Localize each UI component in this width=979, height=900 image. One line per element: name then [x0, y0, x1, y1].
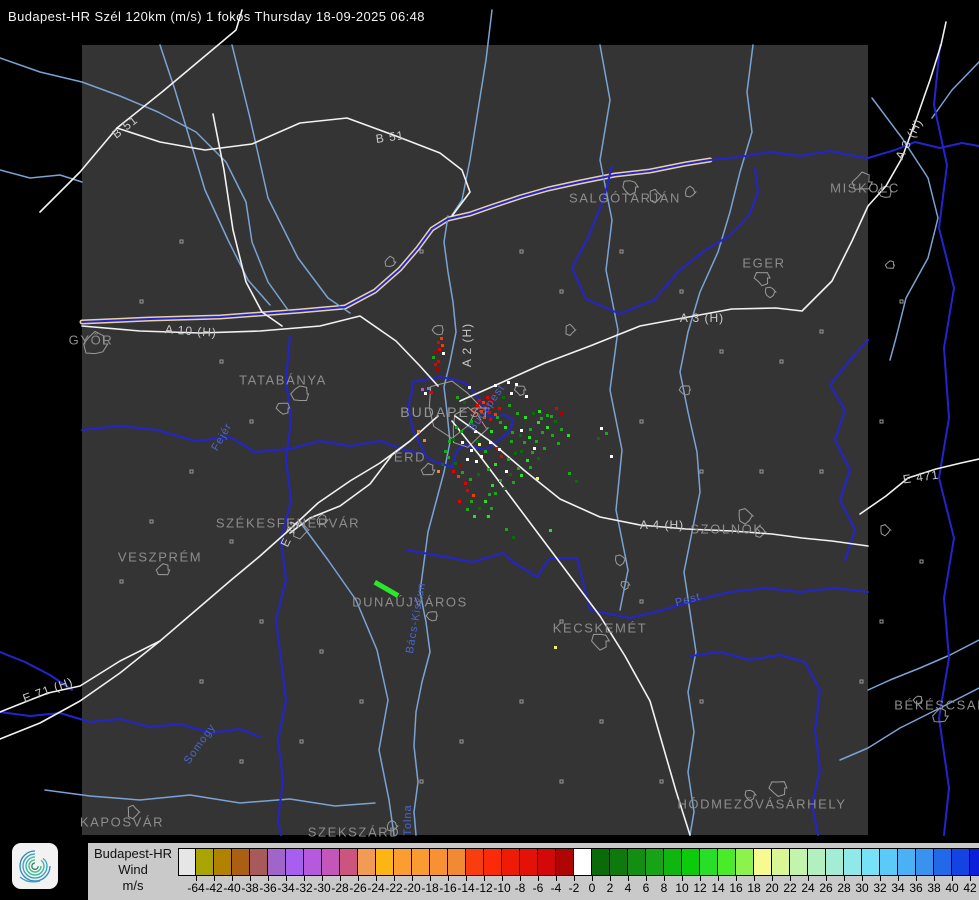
legend-color-box [556, 848, 574, 876]
legend-color-box [196, 848, 214, 876]
legend-color-box [826, 848, 844, 876]
road-label: A 2 (H) [460, 322, 474, 368]
legend-color-box [718, 848, 736, 876]
legend-color-box [484, 848, 502, 876]
legend-color-box [538, 848, 556, 876]
city-label: EGER [742, 255, 786, 271]
legend-color-box [412, 848, 430, 876]
legend-color-box [592, 848, 610, 876]
legend-color-box [232, 848, 250, 876]
legend-color-box [466, 848, 484, 876]
map-labels-layer: SALGÓTARJÁN MISKOLC EGER TATABÁNYA BUDAPEST É… [0, 0, 979, 843]
road-label: E 471 [902, 467, 940, 487]
radar-app-window: Budapest-HR Szél 120km (m/s) 1 fokos Thu… [0, 0, 979, 900]
legend-color-box [322, 848, 340, 876]
city-label: KECSKEMÉT [552, 620, 648, 636]
legend-color-box [268, 848, 286, 876]
legend-color-box [340, 848, 358, 876]
road-label: A 4 (H) [639, 518, 685, 532]
legend-tick-label: 42 [963, 881, 977, 895]
legend-color-box [178, 848, 196, 876]
road-label: B 51 [109, 112, 141, 142]
road-label: E 71 (H) [20, 674, 76, 706]
county-label: Somogy [181, 721, 219, 767]
legend-color-box [430, 848, 448, 876]
legend-color-box [898, 848, 916, 876]
legend-color-box [736, 848, 754, 876]
county-label: Fejér [209, 420, 235, 454]
legend-color-box [916, 848, 934, 876]
legend-color-box [862, 848, 880, 876]
legend-color-box [502, 848, 520, 876]
legend-color-box [394, 848, 412, 876]
city-label: ÉRD [393, 449, 427, 465]
legend-units-label: m/s [122, 878, 144, 893]
legend-color-scale [178, 848, 979, 876]
legend-field-label: Wind [118, 862, 148, 877]
legend-color-box [664, 848, 682, 876]
city-label: SALGÓTARJÁN [569, 190, 681, 206]
legend-color-box [376, 848, 394, 876]
city-label: KAPOSVÁR [79, 814, 165, 830]
legend-color-box [574, 848, 592, 876]
city-label: SZEKSZÁRD [307, 824, 401, 840]
legend-title-block: Budapest-HR Wind m/s [88, 846, 178, 894]
city-label: DUNAÚJVÁROS [352, 594, 468, 610]
legend-color-box [610, 848, 628, 876]
color-legend-bar: Budapest-HR Wind m/s -64 -42 -40 -38 -36 -34-… [88, 843, 979, 900]
legend-color-box [844, 848, 862, 876]
legend-color-box [934, 848, 952, 876]
legend-color-box [250, 848, 268, 876]
city-label: HÓDMEZŐVÁSÁRHELY [677, 796, 847, 812]
legend-color-box-overflow [970, 848, 979, 876]
road-label: B 51 [374, 128, 406, 146]
county-label: Bács-Kiskun [403, 581, 429, 655]
legend-color-box [682, 848, 700, 876]
legend-product-label: Budapest-HR [93, 846, 173, 861]
road-label: A 10 (H) [164, 322, 218, 340]
legend-color-box [214, 848, 232, 876]
met-spiral-logo-icon [12, 843, 58, 889]
legend-color-box [304, 848, 322, 876]
legend-color-box [646, 848, 664, 876]
legend-color-box [754, 848, 772, 876]
county-label: Tolna [402, 804, 414, 836]
road-label: A 3 (H) [892, 116, 926, 162]
city-label: TATABÁNYA [239, 372, 327, 388]
legend-color-box [880, 848, 898, 876]
road-label: A 3 (H) [679, 311, 725, 325]
county-label: Pest [673, 590, 703, 610]
legend-color-box [790, 848, 808, 876]
city-label: SZOLNOK [690, 521, 764, 537]
legend-color-box [628, 848, 646, 876]
legend-color-box [520, 848, 538, 876]
city-label: GYŐR [68, 332, 114, 348]
city-label: VESZPRÉM [117, 549, 203, 565]
legend-color-box [448, 848, 466, 876]
legend-color-box [700, 848, 718, 876]
legend-color-box [286, 848, 304, 876]
legend-color-box [808, 848, 826, 876]
city-label: MISKOLC [830, 180, 900, 196]
legend-color-box [952, 848, 970, 876]
legend-color-box [358, 848, 376, 876]
city-label: BÉKÉSCSABA [894, 697, 979, 713]
legend-color-box [772, 848, 790, 876]
